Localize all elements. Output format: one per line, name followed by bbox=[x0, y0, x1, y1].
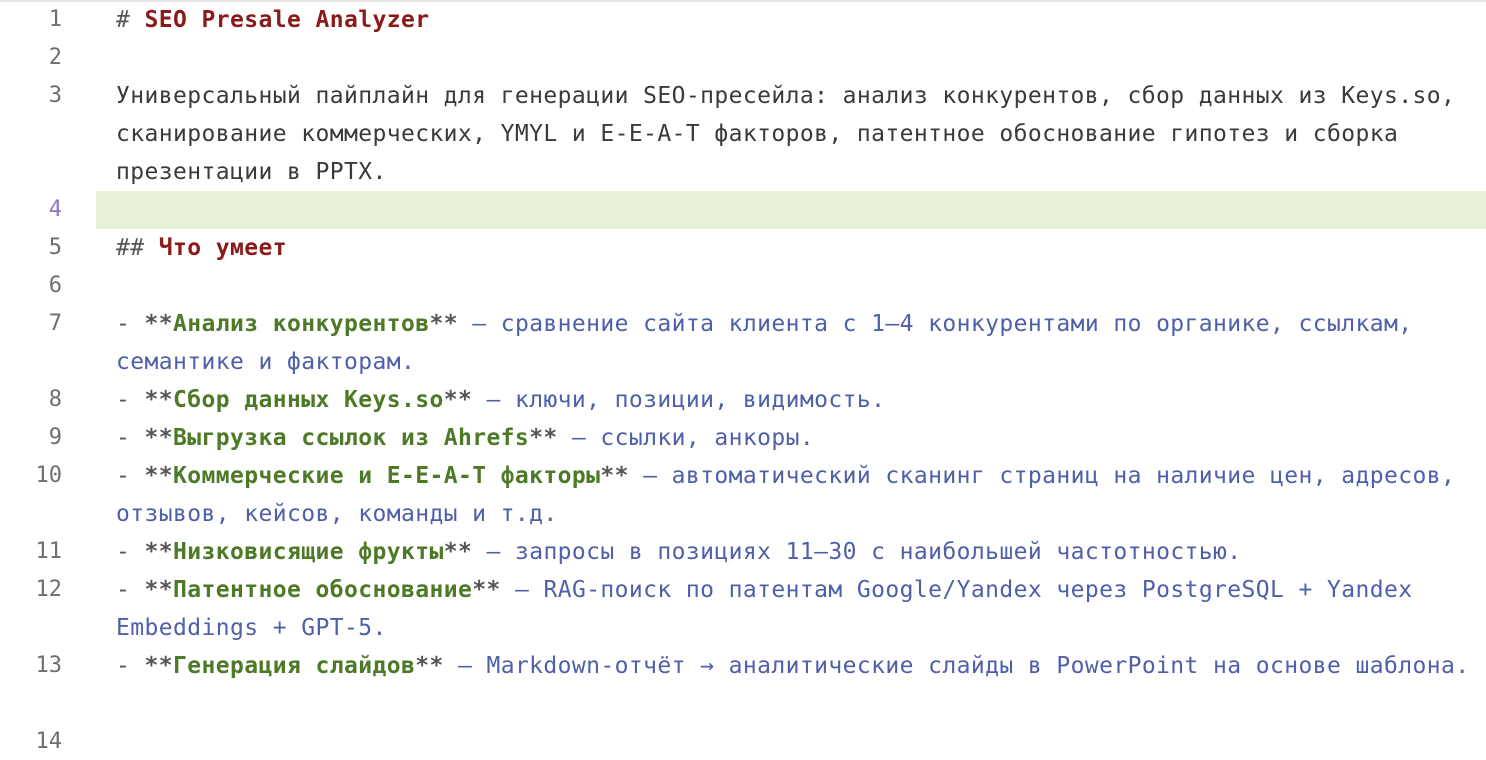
bold-marker: ** bbox=[144, 463, 173, 489]
list-item[interactable]: - **Коммерческие и E-E-A-T факторы** — а… bbox=[116, 457, 1471, 533]
line-gutter: 14 bbox=[0, 723, 96, 760]
editor-line[interactable]: 14 bbox=[0, 723, 1486, 760]
line-number: 14 bbox=[35, 729, 63, 754]
bold-marker: ** bbox=[144, 311, 173, 337]
line-gutter: 1 bbox=[0, 1, 96, 39]
item-description: — ключи, позиции, видимость. bbox=[472, 387, 886, 413]
line-gutter: 3 bbox=[0, 77, 96, 191]
list-marker: - bbox=[116, 387, 145, 413]
line-number: 12 bbox=[35, 577, 63, 602]
editor-line[interactable]: 6 bbox=[0, 267, 1486, 305]
editor-line[interactable]: 3 Универсальный пайплайн для генерации S… bbox=[0, 77, 1486, 191]
list-item[interactable]: - **Патентное обоснование** — RAG-поиск … bbox=[116, 571, 1471, 647]
bold-text: Выгрузка ссылок из Ahrefs bbox=[173, 425, 530, 451]
line-number: 2 bbox=[48, 45, 62, 70]
list-item[interactable]: - **Выгрузка ссылок из Ahrefs** — ссылки… bbox=[116, 419, 1471, 457]
editor-line[interactable]: 5 ## Что умеет bbox=[0, 229, 1486, 267]
list-item[interactable]: - **Сбор данных Keys.so** — ключи, позиц… bbox=[116, 381, 1471, 419]
list-marker: - bbox=[116, 577, 145, 603]
bold-marker: ** bbox=[600, 463, 629, 489]
item-description: — запросы в позициях 11–30 с наибольшей … bbox=[472, 539, 1242, 565]
bold-text: Низковисящие фрукты bbox=[173, 539, 444, 565]
bold-marker: ** bbox=[144, 387, 173, 413]
bold-marker: ** bbox=[415, 653, 444, 679]
line-number: 1 bbox=[48, 7, 62, 32]
bold-marker: ** bbox=[472, 577, 501, 603]
item-description: — ссылки, анкоры. bbox=[557, 425, 815, 451]
line-number: 7 bbox=[48, 311, 62, 336]
bold-text: Сбор данных Keys.so bbox=[173, 387, 444, 413]
line-gutter: 8 bbox=[0, 381, 96, 419]
list-marker: - bbox=[116, 311, 145, 337]
list-marker: - bbox=[116, 425, 145, 451]
line-number: 4 bbox=[48, 197, 62, 222]
line-gutter: 10 bbox=[0, 457, 96, 533]
list-marker: - bbox=[116, 653, 145, 679]
editor-line[interactable]: 7 - **Анализ конкурентов** — сравнение с… bbox=[0, 305, 1486, 381]
line-number: 11 bbox=[35, 539, 63, 564]
bold-marker: ** bbox=[144, 653, 173, 679]
line-number: 3 bbox=[48, 83, 62, 108]
list-marker: - bbox=[116, 463, 145, 489]
line-gutter: 6 bbox=[0, 267, 96, 305]
editor-line[interactable]: 1 # SEO Presale Analyzer bbox=[0, 1, 1486, 39]
line-gutter: 7 bbox=[0, 305, 96, 381]
editor-line[interactable]: 13 - **Генерация слайдов** — Markdown-от… bbox=[0, 647, 1486, 723]
editor-line[interactable]: 12 - **Патентное обоснование** — RAG-пои… bbox=[0, 571, 1486, 647]
line-number: 8 bbox=[48, 387, 62, 412]
line-number: 10 bbox=[35, 463, 63, 488]
line-gutter: 9 bbox=[0, 419, 96, 457]
editor-line-current[interactable]: 4 bbox=[0, 191, 1486, 229]
editor-line[interactable]: 2 bbox=[0, 39, 1486, 77]
item-description: — Markdown-отчёт → аналитические слайды … bbox=[443, 653, 1470, 679]
bold-marker: ** bbox=[144, 539, 173, 565]
paragraph-text[interactable]: Универсальный пайплайн для генерации SEO… bbox=[116, 77, 1471, 191]
line-gutter: 11 bbox=[0, 533, 96, 571]
heading-marker: # bbox=[116, 7, 145, 33]
list-item[interactable]: - **Генерация слайдов** — Markdown-отчёт… bbox=[116, 647, 1471, 685]
bold-text: Генерация слайдов bbox=[173, 653, 416, 679]
heading-marker: ## bbox=[116, 235, 159, 261]
line-gutter: 12 bbox=[0, 571, 96, 647]
bold-text: Коммерческие и E-E-A-T факторы bbox=[173, 463, 601, 489]
list-item[interactable]: - **Анализ конкурентов** — сравнение сай… bbox=[116, 305, 1471, 381]
line-number: 6 bbox=[48, 273, 62, 298]
bold-marker: ** bbox=[443, 539, 473, 565]
line-number: 9 bbox=[48, 425, 62, 450]
editor-line[interactable]: 8 - **Сбор данных Keys.so** — ключи, поз… bbox=[0, 381, 1486, 419]
heading-text: SEO Presale Analyzer bbox=[144, 7, 430, 33]
bold-text: Анализ конкурентов bbox=[173, 311, 430, 337]
heading-text: Что умеет bbox=[158, 235, 287, 261]
line-gutter: 13 bbox=[0, 647, 96, 723]
editor-line[interactable]: 9 - **Выгрузка ссылок из Ahrefs** — ссыл… bbox=[0, 419, 1486, 457]
editor-line[interactable]: 10 - **Коммерческие и E-E-A-T факторы** … bbox=[0, 457, 1486, 533]
bold-text: Патентное обоснование bbox=[173, 577, 473, 603]
markdown-editor[interactable]: 1 # SEO Presale Analyzer 2 3 Универсальн… bbox=[0, 0, 1486, 760]
editor-line[interactable]: 11 - **Низковисящие фрукты** — запросы в… bbox=[0, 533, 1486, 571]
list-item[interactable]: - **Низковисящие фрукты** — запросы в по… bbox=[116, 533, 1471, 571]
bold-marker: ** bbox=[529, 425, 558, 451]
line-content[interactable]: # SEO Presale Analyzer bbox=[116, 1, 1471, 39]
bold-marker: ** bbox=[429, 311, 458, 337]
line-number: 13 bbox=[35, 653, 63, 678]
bold-marker: ** bbox=[144, 425, 173, 451]
line-gutter: 5 bbox=[0, 229, 96, 267]
line-gutter: 4 bbox=[0, 191, 96, 229]
bold-marker: ** bbox=[443, 387, 473, 413]
line-number: 5 bbox=[48, 235, 62, 260]
list-marker: - bbox=[116, 539, 145, 565]
line-gutter: 2 bbox=[0, 39, 96, 77]
bold-marker: ** bbox=[144, 577, 173, 603]
line-content[interactable]: ## Что умеет bbox=[116, 229, 1471, 267]
